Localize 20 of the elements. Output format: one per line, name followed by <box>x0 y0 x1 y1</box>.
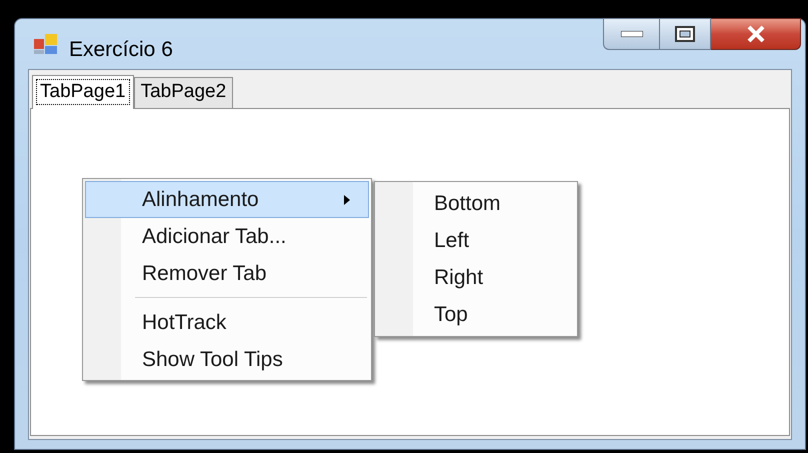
menu-item[interactable]: Alinhamento <box>85 181 369 218</box>
menu-item[interactable]: HotTrack <box>85 304 369 341</box>
close-button[interactable] <box>711 18 801 50</box>
caret-icon <box>344 195 350 205</box>
menu-item[interactable]: Right <box>377 259 575 296</box>
maximize-icon <box>675 26 695 42</box>
menu-item[interactable]: Adicionar Tab... <box>85 218 369 255</box>
tab[interactable]: TabPage1 <box>32 75 134 109</box>
app-icon <box>33 33 59 55</box>
menu-item[interactable]: Top <box>377 296 575 333</box>
menu-item[interactable]: Show Tool Tips <box>85 341 369 378</box>
minimize-icon <box>620 31 642 37</box>
close-icon <box>746 25 766 43</box>
menu-item[interactable]: Remover Tab <box>85 255 369 292</box>
menu-item[interactable]: Left <box>377 222 575 259</box>
menu-item[interactable]: Bottom <box>377 185 575 222</box>
maximize-button[interactable] <box>660 18 711 50</box>
window-title: Exercício 6 <box>69 37 173 63</box>
tab[interactable]: TabPage2 <box>134 77 234 108</box>
minimize-button[interactable] <box>603 18 660 50</box>
